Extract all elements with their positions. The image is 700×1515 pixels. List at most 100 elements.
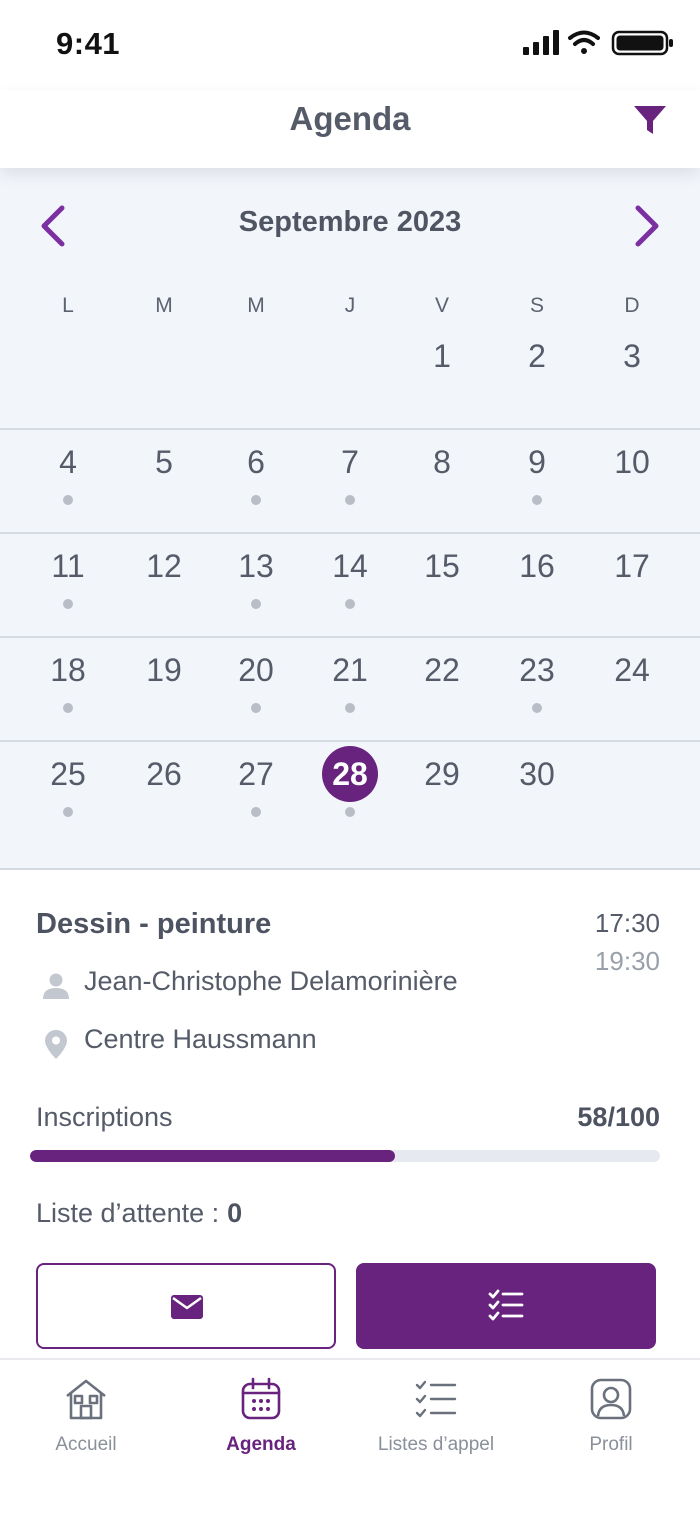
calendar-day-number: 6 [247, 444, 265, 480]
calendar-day-number: 3 [623, 338, 641, 374]
tab-label: Agenda [226, 1434, 296, 1455]
tab-agenda[interactable]: Agenda [176, 1374, 346, 1474]
calendar-day[interactable]: 3 [592, 324, 672, 420]
attendance-list-button[interactable] [356, 1263, 656, 1349]
tab-label: Accueil [55, 1434, 117, 1455]
status-time: 9:41 [56, 26, 121, 61]
tab-profil[interactable]: Profil [526, 1374, 696, 1474]
tab-accueil[interactable]: Accueil [1, 1374, 171, 1474]
calendar-day-number: 7 [341, 444, 359, 480]
waitlist: Liste d’attente :0 [36, 1198, 242, 1229]
weekday-label: M [155, 294, 173, 317]
weekday-label: M [247, 294, 265, 317]
calendar-day[interactable]: 17 [592, 534, 672, 630]
chevron-right-icon[interactable] [626, 202, 666, 250]
calendar-day[interactable]: 16 [497, 534, 577, 630]
waitlist-value: 0 [227, 1198, 243, 1228]
calendar-day[interactable]: 8 [402, 430, 482, 526]
event-indicator-dot [345, 495, 355, 505]
location-pin-icon [45, 1030, 67, 1059]
profile-icon [590, 1378, 632, 1420]
calendar-week-row: 1 2 3 [0, 324, 700, 428]
calendar-day-number: 21 [332, 652, 368, 688]
send-message-button[interactable] [36, 1263, 336, 1349]
calendar-day[interactable]: 23 [497, 638, 577, 734]
event-location: Centre Haussmann [84, 1024, 317, 1054]
calendar-icon [241, 1377, 281, 1420]
month-navigation: Septembre 2023 [0, 168, 700, 280]
calendar-day[interactable]: 24 [592, 638, 672, 734]
calendar-day[interactable]: 15 [402, 534, 482, 630]
event-indicator-dot [345, 703, 355, 713]
calendar-day-number: 19 [146, 652, 182, 688]
calendar-day[interactable]: 10 [592, 430, 672, 526]
calendar-day-number: 15 [424, 548, 460, 584]
calendar-day[interactable]: 26 [124, 742, 204, 838]
calendar-day[interactable]: 9 [497, 430, 577, 526]
waitlist-label: Liste d’attente : [36, 1198, 220, 1228]
calendar-day-number: 28 [332, 756, 368, 792]
event-indicator-dot [63, 599, 73, 609]
calendar-day[interactable]: 27 [216, 742, 296, 838]
weekday-label: D [624, 294, 640, 317]
calendar-day[interactable]: 19 [124, 638, 204, 734]
calendar: Septembre 2023 L M M J V S D 1 2 3 4 5 6 7 8 9 10… [0, 168, 700, 870]
calendar-day[interactable]: 1 [402, 324, 482, 420]
calendar-day-number: 11 [51, 548, 85, 584]
calendar-day[interactable]: 22 [402, 638, 482, 734]
weekday-header: L M M J V S D [0, 294, 700, 324]
checklist-icon [415, 1380, 457, 1418]
inscriptions-progress-bar [30, 1150, 660, 1162]
event-indicator-dot [63, 703, 73, 713]
calendar-day[interactable]: 6 [216, 430, 296, 526]
event-indicator-dot [251, 703, 261, 713]
calendar-day[interactable]: 7 [310, 430, 390, 526]
calendar-day[interactable]: 12 [124, 534, 204, 630]
calendar-day[interactable]: 18 [28, 638, 108, 734]
inscriptions-count: 58/100 [577, 1102, 660, 1132]
calendar-day-number: 2 [528, 338, 546, 374]
status-icons [523, 30, 673, 56]
calendar-day[interactable]: 11 [28, 534, 108, 630]
event-teacher: Jean-Christophe Delamorinière [84, 966, 458, 996]
filter-icon[interactable] [632, 102, 668, 138]
event-indicator-dot [251, 495, 261, 505]
weekday-label: J [344, 294, 356, 317]
calendar-day-number: 23 [519, 652, 555, 688]
calendar-day[interactable]: 5 [124, 430, 204, 526]
bottom-navigation: Accueil Agenda Listes d’appel Profil [0, 1358, 700, 1515]
weekday-label: S [529, 294, 544, 317]
event-indicator-dot [345, 599, 355, 609]
weekday-label: L [62, 294, 74, 317]
event-indicator-dot [63, 495, 73, 505]
calendar-day-number: 16 [519, 548, 555, 584]
event-indicator-dot [532, 703, 542, 713]
tab-listes-appel[interactable]: Listes d’appel [351, 1374, 521, 1474]
home-icon [66, 1379, 106, 1420]
calendar-day[interactable]: 2 [497, 324, 577, 420]
event-title: Dessin - peinture [36, 908, 272, 940]
inscriptions-label: Inscriptions [36, 1102, 173, 1132]
calendar-day-number: 13 [238, 548, 274, 584]
calendar-week-row: 4 5 6 7 8 9 10 [0, 428, 700, 532]
calendar-day[interactable]: 21 [310, 638, 390, 734]
calendar-day-number: 4 [59, 444, 77, 480]
calendar-day[interactable]: 13 [216, 534, 296, 630]
mail-icon [171, 1295, 203, 1319]
event-indicator-dot [251, 599, 261, 609]
calendar-day[interactable]: 30 [497, 742, 577, 838]
event-end-time: 19:30 [594, 946, 660, 976]
calendar-day-selected[interactable]: 28 [310, 742, 390, 838]
calendar-day[interactable]: 29 [402, 742, 482, 838]
person-icon [43, 973, 69, 999]
calendar-week-row: 25 26 27 28 29 30 [0, 740, 700, 844]
event-card[interactable]: Dessin - peinture 17:30 19:30 Jean-Chris… [0, 872, 700, 1358]
calendar-day[interactable]: 20 [216, 638, 296, 734]
calendar-day[interactable]: 14 [310, 534, 390, 630]
calendar-day-number: 5 [155, 444, 173, 480]
calendar-day[interactable]: 25 [28, 742, 108, 838]
calendar-day-number: 14 [332, 548, 368, 584]
inscriptions-progress-fill [30, 1150, 396, 1162]
calendar-day-number: 12 [146, 548, 182, 584]
calendar-day[interactable]: 4 [28, 430, 108, 526]
